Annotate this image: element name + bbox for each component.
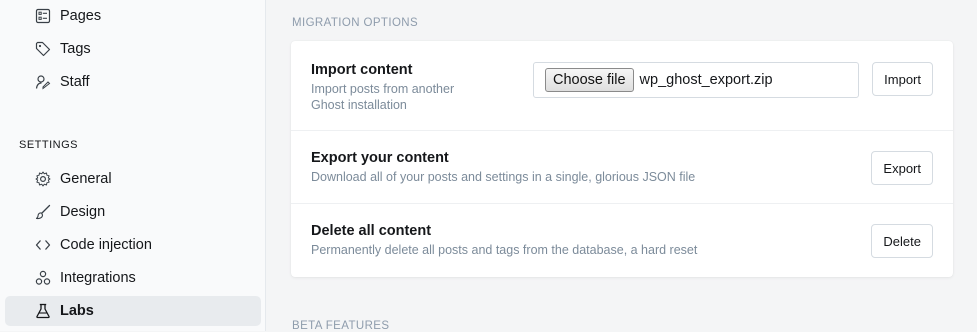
delete-button[interactable]: Delete <box>871 224 933 258</box>
file-input[interactable]: Choose file wp_ghost_export.zip <box>533 62 859 98</box>
migration-card: Import content Import posts from another… <box>291 41 953 277</box>
import-title: Import content <box>311 62 413 78</box>
main-content: Migration options Import content Import … <box>267 0 977 332</box>
settings-section-label: SETTINGS <box>19 139 79 151</box>
flask-icon <box>36 303 50 319</box>
selected-file-name: wp_ghost_export.zip <box>639 72 773 88</box>
sidebar-item-design[interactable]: Design <box>5 197 261 227</box>
export-description: Download all of your posts and settings … <box>311 170 696 184</box>
migration-options-heading: Migration options <box>292 17 419 29</box>
sidebar-item-label: Tags <box>60 41 91 57</box>
staff-icon <box>35 75 51 90</box>
sidebar-item-label: Pages <box>60 8 102 24</box>
export-row: Export your content Download all of your… <box>291 131 953 204</box>
import-row: Import content Import posts from another… <box>291 41 953 131</box>
sidebar-item-label: Design <box>60 204 106 220</box>
sidebar-item-tags[interactable]: Tags <box>5 34 261 64</box>
sidebar-item-code-injection[interactable]: Code injection <box>5 230 261 260</box>
choose-file-button[interactable]: Choose file <box>545 68 634 92</box>
brush-icon <box>35 204 51 220</box>
gear-icon <box>35 171 51 187</box>
sidebar-item-labs[interactable]: Labs <box>5 296 261 326</box>
sidebar-item-staff[interactable]: Staff <box>5 67 261 97</box>
code-icon <box>35 240 51 250</box>
sidebar-item-integrations[interactable]: Integrations <box>5 263 261 293</box>
import-button[interactable]: Import <box>872 62 933 96</box>
pages-icon <box>35 8 51 24</box>
sidebar: Pages Tags Staff SETTINGS General Design <box>0 0 266 331</box>
sidebar-item-label: Staff <box>60 74 90 90</box>
tag-icon <box>35 41 51 57</box>
beta-features-heading: Beta features <box>292 320 390 332</box>
sidebar-item-label: Code injection <box>60 237 152 253</box>
integrations-icon <box>35 270 51 285</box>
sidebar-item-label: General <box>60 171 112 187</box>
export-button[interactable]: Export <box>871 151 933 185</box>
delete-row: Delete all content Permanently delete al… <box>291 204 953 277</box>
sidebar-item-general[interactable]: General <box>5 164 261 194</box>
sidebar-item-label: Labs <box>60 303 94 319</box>
sidebar-item-pages[interactable]: Pages <box>5 1 261 31</box>
export-title: Export your content <box>311 150 449 166</box>
delete-description: Permanently delete all posts and tags fr… <box>311 243 698 257</box>
sidebar-item-label: Integrations <box>60 270 136 286</box>
import-description: Import posts from another Ghost installa… <box>311 82 455 112</box>
delete-title: Delete all content <box>311 223 432 239</box>
